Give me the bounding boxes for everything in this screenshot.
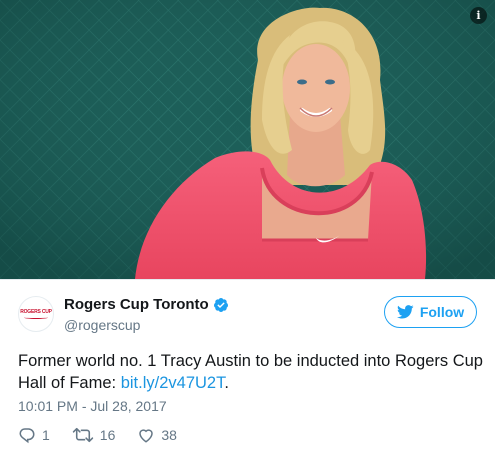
- tweet-author: Rogers Cup Toronto @rogerscup: [64, 296, 229, 333]
- tweet-link[interactable]: bit.ly/2v47U2T: [121, 374, 225, 392]
- tweet-text-body: Former world no. 1 Tracy Austin to be in…: [18, 352, 483, 392]
- heart-icon: [139, 429, 154, 443]
- verified-badge-icon: [213, 297, 228, 312]
- author-display-name[interactable]: Rogers Cup Toronto: [64, 296, 209, 313]
- reply-action[interactable]: 1: [18, 426, 50, 444]
- reply-icon: [19, 428, 35, 444]
- follow-button[interactable]: Follow: [384, 296, 477, 328]
- avatar[interactable]: ROGERS CUP: [18, 296, 54, 332]
- tweet-actions: 1 16 38: [18, 426, 177, 444]
- tweet-card: ROGERS CUP Rogers Cup Toronto @rogerscup…: [0, 279, 495, 455]
- tweet-photo[interactable]: i: [0, 0, 495, 279]
- retweet-count: 16: [99, 427, 116, 443]
- rogers-cup-logo: ROGERS CUP: [20, 309, 52, 319]
- info-icon[interactable]: i: [470, 7, 487, 24]
- follow-label: Follow: [419, 304, 465, 320]
- tweet-timestamp[interactable]: 10:01 PM - Jul 28, 2017: [18, 398, 167, 414]
- retweet-icon: [72, 427, 94, 443]
- like-action[interactable]: 38: [137, 426, 177, 444]
- like-count: 38: [161, 427, 177, 443]
- reply-count: 1: [42, 427, 50, 443]
- tweet-text-end: .: [224, 374, 229, 392]
- twitter-bird-icon: [396, 305, 414, 319]
- retweet-action[interactable]: 16: [72, 426, 116, 444]
- author-handle[interactable]: @rogerscup: [64, 317, 229, 333]
- tweet-text: Former world no. 1 Tracy Austin to be in…: [18, 350, 488, 394]
- author-name-row[interactable]: Rogers Cup Toronto: [64, 296, 229, 313]
